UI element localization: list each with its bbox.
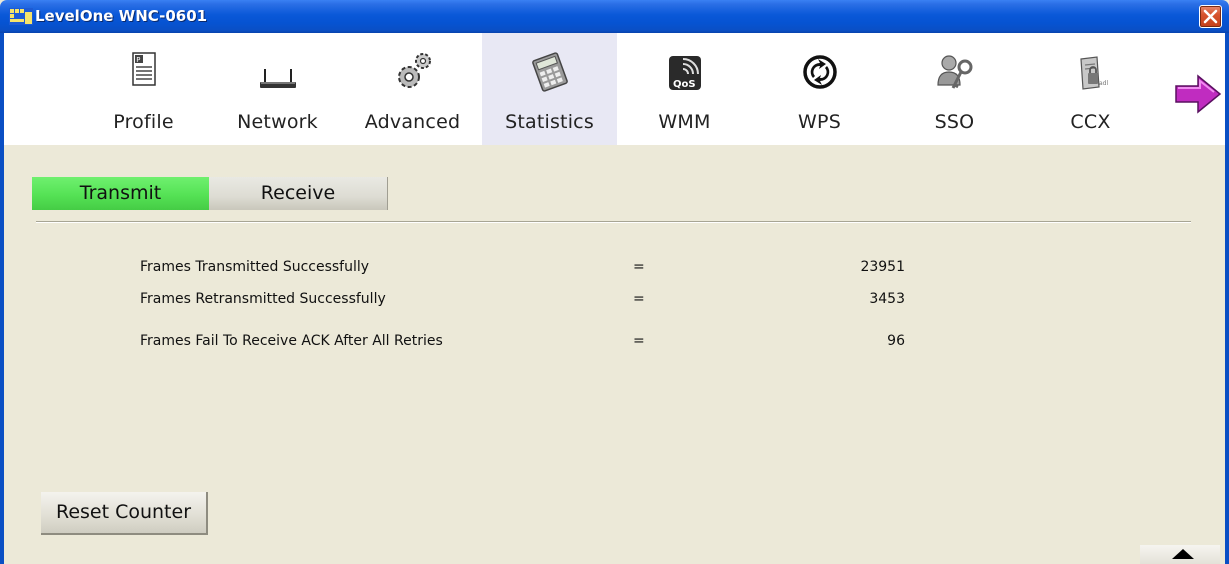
- collapse-button[interactable]: [1140, 545, 1220, 564]
- wps-icon: [802, 55, 837, 89]
- toolbar-item-ccx[interactable]: adl CCX: [1023, 33, 1158, 145]
- toolbar-label-profile: Profile: [113, 111, 174, 133]
- gears-icon: [397, 53, 431, 88]
- toolbar-item-network[interactable]: Network: [210, 33, 345, 145]
- toolbar-item-profile[interactable]: P Profile: [76, 33, 211, 145]
- tab-receive[interactable]: Receive: [209, 177, 388, 210]
- toolbar-item-wps[interactable]: WPS: [752, 33, 887, 145]
- toolbar-item-advanced[interactable]: Advanced: [345, 33, 480, 145]
- toolbar-item-sso[interactable]: SSO: [887, 33, 1022, 145]
- stat-label: Frames Fail To Receive ACK After All Ret…: [140, 333, 443, 349]
- toolbar-label-wps: WPS: [798, 111, 841, 133]
- user-key-icon: [936, 55, 972, 89]
- window-title: LevelOne WNC-0601: [35, 7, 208, 25]
- calculator-icon: [531, 52, 568, 92]
- profile-icon: P: [131, 52, 156, 86]
- main-toolbar: P Profile Network Advanced Statistics Qo…: [4, 33, 1225, 145]
- toolbar-label-network: Network: [237, 111, 318, 133]
- stat-separator: =: [633, 333, 645, 349]
- close-icon: [1203, 9, 1218, 24]
- toolbar-item-statistics[interactable]: Statistics: [482, 33, 617, 145]
- tab-divider: [36, 221, 1191, 223]
- router-icon: [259, 69, 296, 88]
- stat-label: Frames Transmitted Successfully: [140, 259, 370, 275]
- tab-transmit[interactable]: Transmit: [32, 177, 209, 210]
- right-arrow-icon[interactable]: [1174, 74, 1224, 114]
- stat-separator: =: [633, 291, 645, 307]
- app-logo-icon: [9, 8, 33, 25]
- stat-separator: =: [633, 259, 645, 275]
- stat-value: 96: [887, 333, 905, 349]
- ccx-icon: adl: [1079, 56, 1108, 90]
- triangle-up-icon: [1172, 549, 1194, 559]
- svg-text:P: P: [136, 56, 140, 64]
- svg-text:QoS: QoS: [673, 79, 696, 90]
- svg-text:adl: adl: [1099, 80, 1108, 87]
- qos-icon: QoS: [668, 56, 701, 90]
- close-button[interactable]: [1199, 5, 1222, 28]
- window-frame-right: [1225, 33, 1229, 564]
- toolbar-label-ccx: CCX: [1070, 111, 1111, 133]
- toolbar-label-sso: SSO: [934, 111, 975, 133]
- stat-value: 3453: [869, 291, 905, 307]
- toolbar-label-wmm: WMM: [658, 111, 711, 133]
- stat-label: Frames Retransmitted Successfully: [140, 291, 386, 307]
- toolbar-label-statistics: Statistics: [505, 111, 594, 133]
- stat-value: 23951: [860, 259, 905, 275]
- toolbar-label-advanced: Advanced: [364, 111, 461, 133]
- toolbar-item-wmm[interactable]: QoS WMM: [617, 33, 752, 145]
- title-bar[interactable]: LevelOne WNC-0601: [0, 0, 1229, 33]
- reset-counter-button[interactable]: Reset Counter: [41, 492, 208, 535]
